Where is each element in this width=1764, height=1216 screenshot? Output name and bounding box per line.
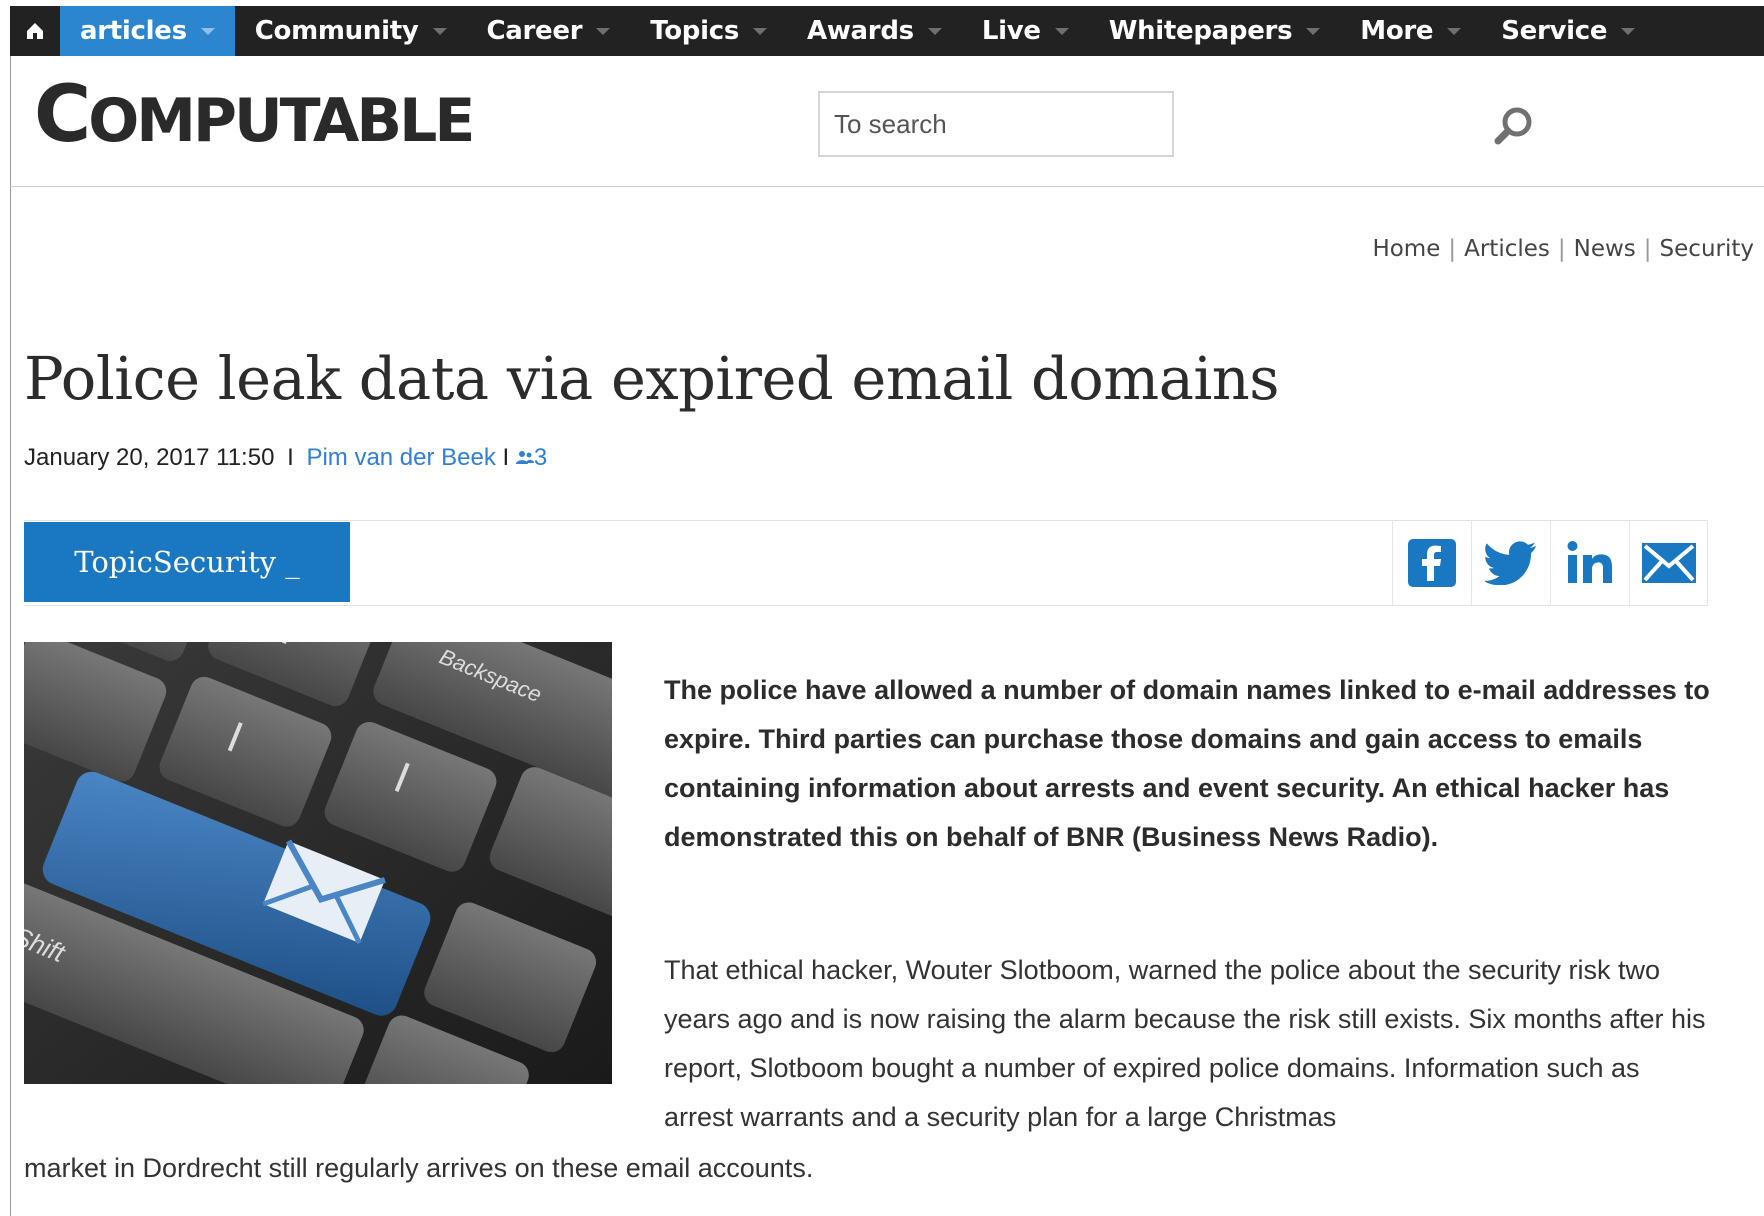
nav-item-more[interactable]: More bbox=[1340, 6, 1481, 56]
top-navigation: articles Community Career Topics Awards … bbox=[10, 6, 1764, 56]
nav-item-whitepapers[interactable]: Whitepapers bbox=[1089, 6, 1341, 56]
facebook-share-button[interactable] bbox=[1392, 520, 1471, 606]
breadcrumb-separator: | bbox=[1557, 236, 1566, 262]
article-image: Backspace Shift bbox=[24, 642, 612, 1084]
nav-label: Live bbox=[981, 16, 1041, 46]
article-meta: January 20, 2017 11:50 I Pim van der Bee… bbox=[24, 444, 547, 472]
article-paragraph-continued: market in Dordrecht still regularly arri… bbox=[24, 1153, 814, 1183]
nav-label: Whitepapers bbox=[1108, 16, 1293, 46]
chevron-down-icon bbox=[1054, 27, 1069, 35]
nav-item-articles[interactable]: articles bbox=[60, 6, 235, 56]
topic-security-button[interactable]: TopicSecurity _ bbox=[24, 522, 350, 602]
nav-item-live[interactable]: Live bbox=[962, 6, 1089, 56]
chevron-down-icon bbox=[596, 27, 611, 35]
nav-item-topics[interactable]: Topics bbox=[630, 6, 787, 56]
nav-label: articles bbox=[80, 16, 187, 46]
nav-item-community[interactable]: Community bbox=[235, 6, 467, 56]
page-frame-line bbox=[10, 56, 11, 1216]
breadcrumb-home[interactable]: Home bbox=[1372, 236, 1440, 262]
nav-item-career[interactable]: Career bbox=[467, 6, 631, 56]
linkedin-icon bbox=[1567, 541, 1612, 583]
article-paragraph: That ethical hacker, Wouter Slotboom, wa… bbox=[664, 955, 1706, 1132]
article-lead: The police have allowed a number of doma… bbox=[664, 675, 1710, 852]
breadcrumb-news[interactable]: News bbox=[1574, 236, 1636, 262]
meta-separator: I bbox=[502, 444, 510, 471]
comments-link[interactable]: 3 bbox=[515, 444, 548, 471]
chevron-down-icon bbox=[753, 27, 768, 35]
email-icon bbox=[1641, 543, 1696, 583]
logo-initial: C bbox=[34, 70, 91, 160]
facebook-icon bbox=[1408, 539, 1456, 587]
chevron-down-icon bbox=[432, 27, 447, 35]
nav-label: Career bbox=[486, 16, 583, 46]
twitter-share-button[interactable] bbox=[1471, 520, 1550, 606]
linkedin-share-button[interactable] bbox=[1550, 520, 1629, 606]
meta-separator: I bbox=[287, 444, 294, 471]
author-link[interactable]: Pim van der Beek bbox=[306, 444, 495, 471]
search-icon[interactable] bbox=[1490, 104, 1536, 150]
site-logo[interactable]: COMPUTABLE bbox=[34, 76, 475, 156]
nav-label: Topics bbox=[650, 16, 740, 46]
search-input[interactable] bbox=[818, 91, 1174, 157]
breadcrumb-separator: | bbox=[1448, 236, 1457, 262]
nav-label: Community bbox=[254, 16, 419, 46]
header-divider bbox=[10, 186, 1764, 187]
chevron-down-icon bbox=[1306, 27, 1321, 35]
nav-label: Awards bbox=[807, 16, 914, 46]
breadcrumb-articles[interactable]: Articles bbox=[1464, 236, 1550, 262]
comment-count: 3 bbox=[533, 444, 548, 471]
breadcrumb-separator: | bbox=[1643, 236, 1652, 262]
twitter-icon bbox=[1485, 541, 1536, 585]
email-share-button[interactable] bbox=[1629, 520, 1708, 606]
article-date: January 20, 2017 11:50 bbox=[24, 444, 275, 471]
nav-item-service[interactable]: Service bbox=[1481, 6, 1655, 56]
nav-label: More bbox=[1360, 16, 1434, 46]
home-icon[interactable] bbox=[10, 6, 60, 56]
nav-label: Service bbox=[1501, 16, 1608, 46]
chevron-down-icon bbox=[1447, 27, 1462, 35]
chevron-down-icon bbox=[200, 27, 215, 35]
breadcrumb-security[interactable]: Security bbox=[1660, 236, 1754, 262]
nav-item-awards[interactable]: Awards bbox=[787, 6, 962, 56]
users-icon bbox=[515, 451, 534, 464]
logo-rest: OMPUTABLE bbox=[88, 86, 475, 156]
article-title: Police leak data via expired email domai… bbox=[24, 344, 1280, 413]
breadcrumb: Home | Articles | News | Security bbox=[1372, 236, 1754, 262]
chevron-down-icon bbox=[1621, 27, 1636, 35]
chevron-down-icon bbox=[927, 27, 942, 35]
